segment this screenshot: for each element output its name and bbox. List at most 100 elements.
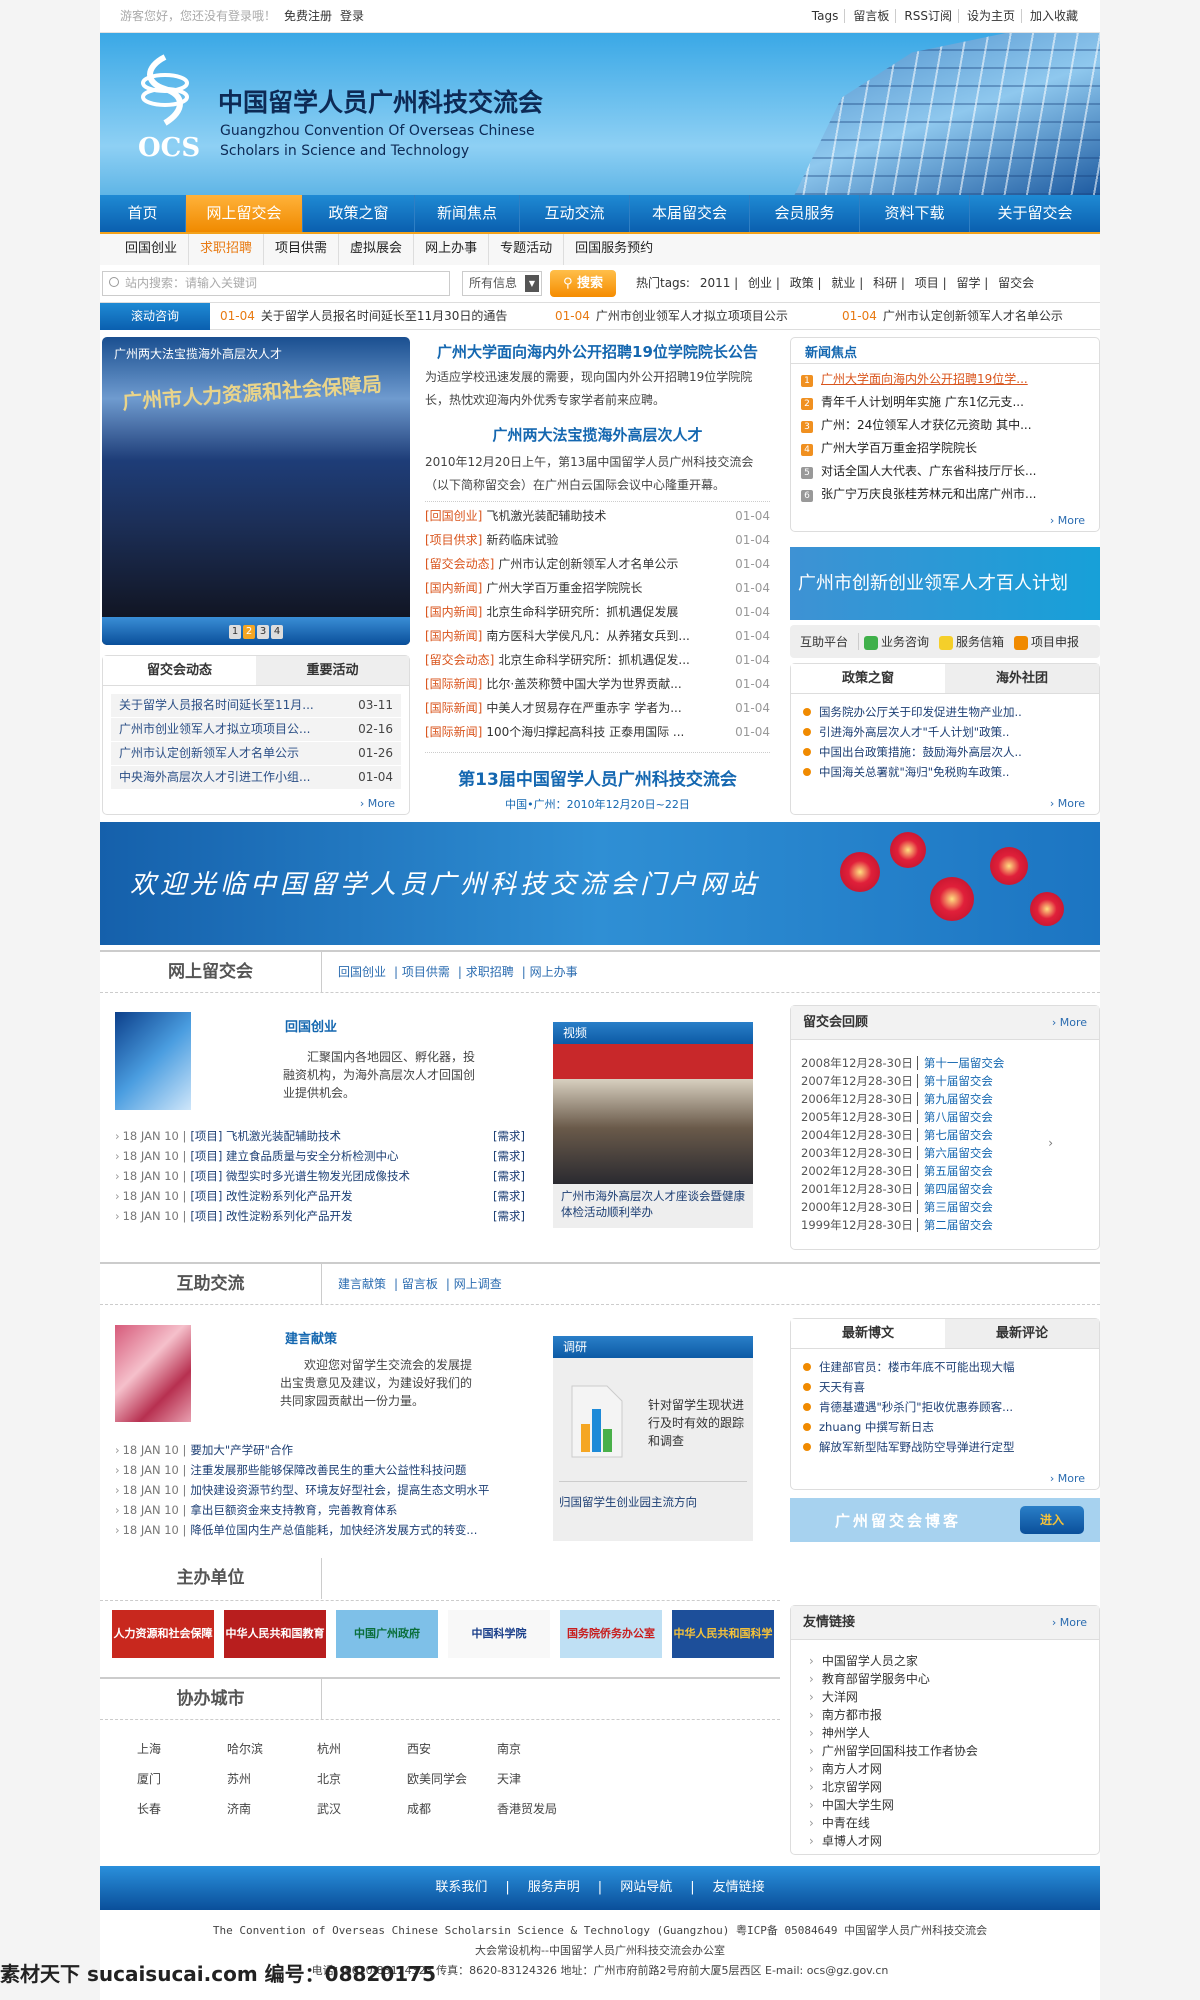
footer-sitemap-link[interactable]: 网站导航 [620, 1880, 672, 1895]
city-link[interactable]: 成都 [407, 1800, 431, 1817]
review-link[interactable]: 第七届留交会 [916, 1128, 993, 1142]
more-link[interactable]: › More [1050, 514, 1085, 527]
subnav-topics[interactable]: 专题活动 [489, 234, 565, 265]
host-logo[interactable]: 中华人民共和国教育部 [224, 1610, 326, 1658]
friend-link[interactable]: › 中国大学生网 [791, 1796, 1099, 1814]
host-logo[interactable]: 中华人民共和国科学技术部 [672, 1610, 774, 1658]
subnav-projects[interactable]: 项目供需 [264, 234, 340, 265]
subnav-online-service[interactable]: 网上办事 [414, 234, 490, 265]
review-item[interactable]: 1999年12月28-30日 第二届留交会 [791, 1216, 1099, 1234]
footer-terms-link[interactable]: 服务声明 [528, 1880, 580, 1895]
friend-link[interactable]: › 卓博人才网 [791, 1832, 1099, 1850]
city-link[interactable]: 杭州 [317, 1740, 341, 1757]
suggestion-item[interactable]: › 18 JAN 10 | 拿出巨额资金来支持教育，完善教育体系 [115, 1500, 525, 1520]
focus-item[interactable]: 1 广州大学面向海内外公开招聘19位学... [791, 368, 1099, 391]
ticker-item[interactable]: 01-04 广州市认定创新领军人才名单公示 [842, 303, 1063, 330]
tab-activities[interactable]: 重要活动 [256, 656, 409, 685]
review-link[interactable]: 第五届留交会 [916, 1164, 993, 1178]
survey-box[interactable]: 调研 针对留学生现状进行及时有效的跟踪和调查 归国留学生创业园主流方向 [553, 1336, 753, 1541]
tab-overseas-groups[interactable]: 海外社团 [945, 664, 1099, 693]
section-link[interactable]: 求职招聘 [466, 965, 514, 979]
host-logo[interactable]: 人力资源和社会保障部 [112, 1610, 214, 1658]
list-item[interactable]: 中国海关总署就"海归"免税购车政策.. [791, 762, 1099, 782]
blog-item[interactable]: 住建部官员：楼市年底不可能出现大幅 [791, 1357, 1099, 1377]
nav-downloads[interactable]: 资料下载 [860, 195, 970, 232]
subnav-startup[interactable]: 回国创业 [114, 234, 190, 265]
search-scope-select[interactable]: 所有信息 ▼ [462, 271, 542, 296]
host-logo[interactable]: 国务院侨务办公室 [560, 1610, 662, 1658]
focus-item[interactable]: 4 广州大学百万重金招学院院长 [791, 437, 1099, 460]
friend-link[interactable]: › 南方都市报 [791, 1706, 1099, 1724]
review-link[interactable]: 第三届留交会 [916, 1200, 993, 1214]
review-item[interactable]: 2002年12月28-30日 第五届留交会 [791, 1162, 1099, 1180]
list-item[interactable]: 国务院办公厅关于印发促进生物产业加.. [791, 702, 1099, 722]
review-link[interactable]: 第二届留交会 [916, 1218, 993, 1232]
project-item[interactable]: › 18 JAN 10 | [项目] 飞机激光装配辅助技术 [需求] [115, 1126, 525, 1146]
focus-item[interactable]: 3 广州：24位领军人才获亿元资助 其中... [791, 414, 1099, 437]
section-link[interactable]: 回国创业 [338, 965, 386, 979]
city-link[interactable]: 厦门 [137, 1770, 161, 1787]
photo-slideshow[interactable]: 广州两大法宝揽海外高层次人才 广州市人力资源和社会保障局 1234 [102, 337, 410, 645]
host-logo[interactable]: 中国广州政府 [336, 1610, 438, 1658]
news-item[interactable]: [国内新闻] 广州大学百万重金招学院院长 01-04 [425, 576, 770, 600]
bookmark-link[interactable]: 加入收藏 [1020, 9, 1078, 23]
project-item[interactable]: › 18 JAN 10 | [项目] 改性淀粉系列化产品开发 [需求] [115, 1186, 525, 1206]
nav-current-fair[interactable]: 本届留交会 [630, 195, 750, 232]
city-link[interactable]: 南京 [497, 1740, 521, 1757]
tag-link[interactable]: 2011 [700, 276, 731, 290]
tab-dynamics[interactable]: 留交会动态 [103, 656, 256, 685]
focus-item[interactable]: 2 青年千人计划明年实施 广东1亿元支... [791, 391, 1099, 414]
tag-link[interactable]: 就业 [831, 276, 855, 290]
project-item[interactable]: › 18 JAN 10 | [项目] 改性淀粉系列化产品开发 [需求] [115, 1206, 525, 1226]
talent-plan-banner[interactable]: 广州市创新创业领军人才百人计划 [790, 547, 1100, 620]
focus-item[interactable]: 5 对话全国人大代表、广东省科技厅厅长... [791, 460, 1099, 483]
list-item[interactable]: 中国出台政策措施：鼓励海外高层次人.. [791, 742, 1099, 762]
nav-news[interactable]: 新闻焦点 [415, 195, 520, 232]
news-item[interactable]: [国际新闻] 比尔·盖茨称赞中国大学为世界贡献... 01-04 [425, 672, 770, 696]
city-link[interactable]: 西安 [407, 1740, 431, 1757]
news-item[interactable]: [国际新闻] 中美人才贸易存在严重赤字 学者为... 01-04 [425, 696, 770, 720]
nav-member[interactable]: 会员服务 [750, 195, 860, 232]
city-link[interactable]: 上海 [137, 1740, 161, 1757]
search-button[interactable]: ⚲ 搜索 [550, 270, 616, 297]
news-item[interactable]: [留交会动态] 北京生命科学研究所：抓机遇促发... 01-04 [425, 648, 770, 672]
nav-home[interactable]: 首页 [100, 195, 186, 232]
tag-link[interactable]: 留交会 [998, 276, 1034, 290]
nav-online-fair[interactable]: 网上留交会 [186, 195, 303, 232]
news-item[interactable]: [国内新闻] 北京生命科学研究所：抓机遇促发展 01-04 [425, 600, 770, 624]
headline-1[interactable]: 广州大学面向海内外公开招聘19位学院院长公告 [425, 341, 770, 362]
tag-link[interactable]: 项目 [915, 276, 939, 290]
list-item[interactable]: 引进海外高层次人才"千人计划"政策.. [791, 722, 1099, 742]
section-link[interactable]: 网上办事 [530, 965, 578, 979]
project-apply-link[interactable]: 项目申报 [1009, 633, 1084, 650]
footer-links-link[interactable]: 友情链接 [713, 1880, 765, 1895]
tab-policy[interactable]: 政策之窗 [791, 664, 945, 693]
ticker-item[interactable]: 01-04 广州市创业领军人才拟立项项目公示 [555, 303, 788, 330]
friend-link[interactable]: › 北京留学网 [791, 1778, 1099, 1796]
more-link[interactable]: › More [1052, 1006, 1087, 1040]
more-link[interactable]: › More [1050, 797, 1085, 810]
project-item[interactable]: › 18 JAN 10 | [项目] 微型实时多光谱生物发光团成像技术 [需求] [115, 1166, 525, 1186]
nav-interaction[interactable]: 互动交流 [520, 195, 630, 232]
subnav-jobs[interactable]: 求职招聘 [189, 234, 265, 265]
tag-link[interactable]: 科研 [873, 276, 897, 290]
blog-enter-button[interactable]: 进入 [1020, 1506, 1084, 1534]
review-item[interactable]: 2000年12月28-30日 第三届留交会 [791, 1198, 1099, 1216]
review-link[interactable]: 第六届留交会 [916, 1146, 993, 1160]
friend-link[interactable]: › 大洋网 [791, 1688, 1099, 1706]
project-item[interactable]: › 18 JAN 10 | [项目] 建立食品质量与安全分析检测中心 [需求] [115, 1146, 525, 1166]
survey-link[interactable]: 归国留学生创业园主流方向 [559, 1481, 747, 1510]
blog-item[interactable]: 解放军新型陆军野战防空导弹进行定型 [791, 1437, 1099, 1457]
city-link[interactable]: 欧美同学会 [407, 1770, 467, 1787]
tag-link[interactable]: 创业 [748, 276, 772, 290]
tab-latest-posts[interactable]: 最新博文 [791, 1319, 945, 1348]
slide-page-1[interactable]: 1 [229, 625, 241, 639]
friend-link[interactable]: › 广州留学回国科技工作者协会 [791, 1742, 1099, 1760]
nav-policy[interactable]: 政策之窗 [303, 195, 415, 232]
blog-item[interactable]: 肯德基遭遇"秒杀门"拒收优惠券顾客... [791, 1397, 1099, 1417]
section-link[interactable]: 项目供需 [402, 965, 450, 979]
news-item[interactable]: [留交会动态] 广州市认定创新领军人才名单公示 01-04 [425, 552, 770, 576]
section-link[interactable]: 建言献策 [338, 1277, 386, 1291]
footer-contact-link[interactable]: 联系我们 [435, 1880, 487, 1895]
blog-item[interactable]: 天天有喜 [791, 1377, 1099, 1397]
